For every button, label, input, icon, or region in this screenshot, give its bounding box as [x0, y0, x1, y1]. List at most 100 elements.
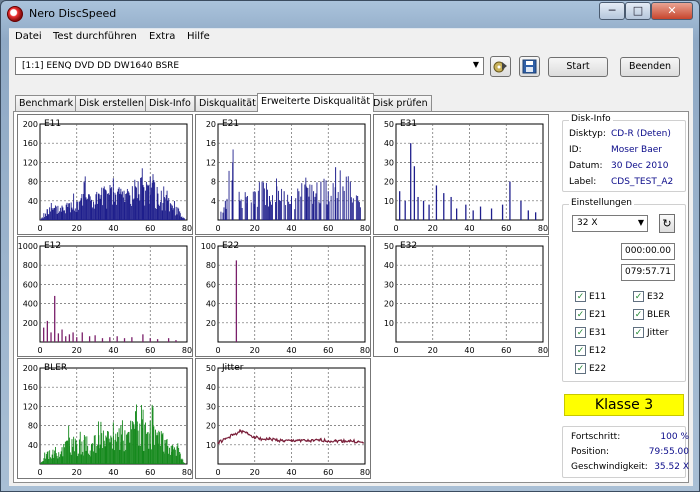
tab-benchmark[interactable]: Benchmark	[15, 95, 78, 111]
menu-datei[interactable]: Datei	[15, 31, 42, 42]
y-tick-label: 40	[384, 261, 394, 270]
checkbox-e11[interactable]: ✓ E11	[575, 291, 606, 302]
menu-extra[interactable]: Extra	[149, 31, 175, 42]
speed-row: Geschwindigkeit: 35.52 X	[571, 462, 689, 472]
chart-grid: 40 80 120 160 200 0 20 40 60 80 E11 4 8 12 16 20 0 20 40 60…	[17, 114, 555, 481]
x-tick-label: 80	[360, 346, 370, 355]
x-tick-label: 20	[250, 468, 260, 477]
chart-svg: 10 20 30 40 50 0 20 40 60 80 Jitter	[206, 363, 370, 477]
y-tick-label: 40	[206, 300, 216, 309]
y-tick-label: 20	[206, 120, 216, 129]
x-tick-label: 80	[538, 224, 548, 233]
tab-disk-erstellen[interactable]: Disk erstellen	[75, 95, 148, 111]
jitter-point	[320, 439, 322, 441]
x-tick-label: 0	[37, 468, 42, 477]
jitter-point	[298, 439, 300, 441]
chart-title: BLER	[44, 363, 67, 373]
x-tick-label: 40	[464, 224, 474, 233]
checkbox-e12[interactable]: ✓ E12	[575, 345, 606, 356]
disk-id-label: ID:	[569, 145, 582, 155]
chart-svg: 200 400 600 800 1000 0 20 40 60 80 E12	[18, 241, 192, 355]
close-button[interactable]: ✕	[651, 2, 693, 20]
end-time-field[interactable]: 079:57.71	[621, 264, 675, 281]
speed-readout-value: 35.52 X	[654, 462, 689, 472]
checkbox-label: E21	[589, 310, 607, 320]
x-tick-label: 80	[538, 346, 548, 355]
x-tick-label: 20	[72, 224, 82, 233]
tab-disk-pruefen[interactable]: Disk prüfen	[369, 95, 432, 111]
eject-button[interactable]	[490, 56, 511, 77]
x-tick-label: 40	[286, 468, 296, 477]
y-tick-label: 30	[384, 280, 394, 289]
checkbox-label: E32	[647, 292, 665, 302]
jitter-point	[312, 440, 315, 442]
chevron-down-icon: ▼	[637, 218, 644, 227]
x-tick-label: 20	[250, 346, 260, 355]
x-tick-label: 80	[360, 224, 370, 233]
disc-eject-icon	[493, 61, 507, 73]
menu-test-durchfuehren[interactable]: Test durchführen	[53, 31, 137, 42]
checkbox-box: ✓	[575, 363, 586, 374]
jitter-point	[231, 434, 234, 436]
tab-erweiterte-diskqualitaet[interactable]: Erweiterte Diskqualität	[257, 93, 375, 112]
y-tick-label: 12	[206, 158, 216, 167]
x-tick-label: 60	[145, 346, 155, 355]
y-tick-label: 16	[206, 139, 216, 148]
jitter-point	[305, 440, 307, 442]
x-tick-label: 20	[250, 224, 260, 233]
x-tick-label: 0	[215, 468, 220, 477]
tab-diskqualitaet[interactable]: Diskqualität	[195, 95, 260, 111]
checkbox-e21[interactable]: ✓ E21	[575, 309, 606, 320]
y-tick-label: 200	[23, 120, 38, 129]
checkbox-label: E11	[589, 292, 607, 302]
title-bar[interactable]: Nero DiscSpeed ─ □ ✕	[1, 1, 699, 27]
chart-e11: 40 80 120 160 200 0 20 40 60 80 E11	[17, 114, 193, 235]
disk-date-value: 30 Dec 2010	[611, 161, 669, 171]
progress-row: Fortschritt: 100 %	[571, 432, 689, 442]
checkbox-label: E31	[589, 328, 607, 338]
chart-e22: 20 40 60 80 100 0 20 40 60 80 E22	[195, 236, 371, 357]
checkbox-box: ✓	[575, 345, 586, 356]
tab-disk-info[interactable]: Disk-Info	[145, 95, 195, 111]
speed-select[interactable]: 32 X ▼	[572, 215, 648, 232]
y-tick-label: 100	[201, 242, 216, 251]
x-tick-label: 0	[215, 346, 220, 355]
drive-select[interactable]: [1:1] EENQ DVD DD DW1640 BSRE ▼	[15, 57, 484, 75]
x-tick-label: 40	[286, 346, 296, 355]
start-button[interactable]: Start	[548, 57, 608, 77]
y-tick-label: 40	[384, 139, 394, 148]
chevron-down-icon: ▼	[472, 60, 479, 69]
jitter-point	[356, 441, 359, 443]
y-tick-label: 50	[384, 242, 394, 251]
start-time-field[interactable]: 000:00.00	[621, 243, 675, 260]
x-tick-label: 80	[360, 468, 370, 477]
checkbox-jitter[interactable]: ✓ Jitter	[633, 327, 668, 338]
refresh-speed-button[interactable]: ↻	[659, 214, 675, 233]
jitter-point	[239, 430, 241, 433]
menu-bar: Datei Test durchführen Extra Hilfe	[9, 28, 693, 45]
progress-label: Fortschritt:	[571, 432, 621, 442]
jitter-point	[362, 442, 364, 444]
x-tick-label: 40	[108, 224, 118, 233]
chart-svg: 20 40 60 80 100 0 20 40 60 80 E22	[201, 241, 370, 355]
y-tick-label: 1000	[18, 242, 38, 251]
checkbox-e32[interactable]: ✓ E32	[633, 291, 664, 302]
menu-hilfe[interactable]: Hilfe	[187, 31, 210, 42]
minimize-button[interactable]: ─	[599, 2, 625, 20]
client-area: [1:1] EENQ DVD DD DW1640 BSRE ▼ Start Be…	[9, 45, 693, 486]
chart-title: E31	[400, 119, 417, 129]
app-window: Nero DiscSpeed ─ □ ✕ Datei Test durchfüh…	[0, 0, 700, 492]
maximize-button[interactable]: □	[625, 2, 651, 20]
exit-button[interactable]: Beenden	[620, 57, 680, 77]
checkbox-e31[interactable]: ✓ E31	[575, 327, 606, 338]
x-tick-label: 80	[182, 224, 192, 233]
chart-title: E32	[400, 241, 417, 251]
chart-bler: 40 80 120 160 200 0 20 40 60 80 BLER	[17, 358, 193, 479]
checkbox-label: E12	[589, 346, 607, 356]
y-tick-label: 800	[23, 261, 38, 270]
checkbox-bler[interactable]: ✓ BLER	[633, 309, 670, 320]
checkbox-box: ✓	[575, 291, 586, 302]
save-button[interactable]	[519, 56, 540, 77]
y-tick-label: 50	[384, 120, 394, 129]
checkbox-e22[interactable]: ✓ E22	[575, 363, 606, 374]
